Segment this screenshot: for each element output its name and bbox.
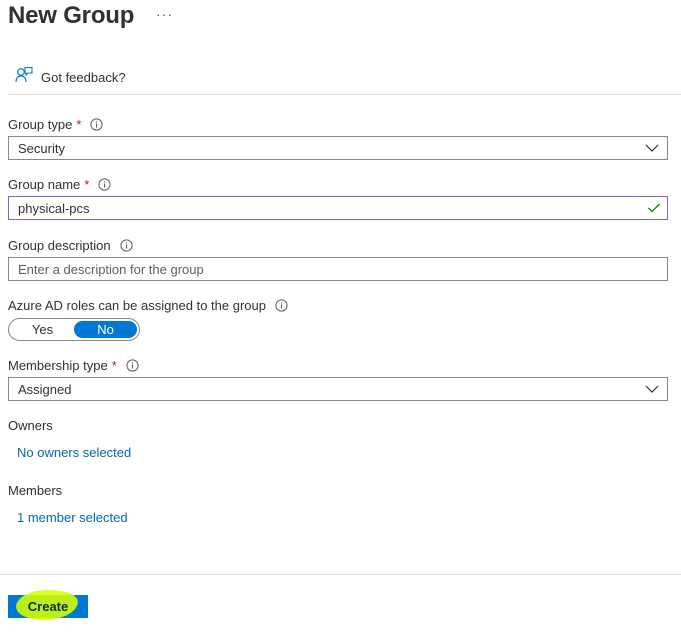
info-icon[interactable] <box>120 239 133 252</box>
owners-link[interactable]: No owners selected <box>17 445 131 460</box>
create-button-label: Create <box>27 599 69 614</box>
info-icon[interactable] <box>98 178 111 191</box>
checkmark-icon <box>647 202 661 217</box>
required-marker: * <box>111 358 117 373</box>
footer-divider <box>0 574 681 575</box>
info-icon[interactable] <box>275 299 288 312</box>
owners-label: Owners <box>8 418 53 433</box>
required-marker: * <box>76 117 82 132</box>
toggle-option-no[interactable]: No <box>74 321 137 338</box>
group-type-label-text: Group type <box>8 117 73 132</box>
azure-ad-roles-label: Azure AD roles can be assigned to the gr… <box>8 298 288 313</box>
feedback-person-icon <box>15 66 33 89</box>
group-type-label: Group type * <box>8 117 103 132</box>
page-title: New Group <box>8 2 135 29</box>
members-link[interactable]: 1 member selected <box>17 510 128 525</box>
required-marker: * <box>84 177 90 192</box>
azure-ad-roles-label-text: Azure AD roles can be assigned to the gr… <box>8 298 266 313</box>
group-type-value: Security <box>18 140 65 156</box>
group-name-input[interactable]: physical-pcs <box>8 196 668 220</box>
chevron-down-icon <box>645 383 659 398</box>
group-description-label-text: Group description <box>8 238 111 253</box>
more-options-button[interactable]: ··· <box>156 6 173 22</box>
group-description-field[interactable] <box>8 257 668 281</box>
chevron-down-icon <box>645 142 659 157</box>
header-divider <box>8 94 681 95</box>
group-description-input[interactable] <box>18 258 667 280</box>
membership-type-label-text: Membership type <box>8 358 108 373</box>
toggle-option-yes[interactable]: Yes <box>11 321 74 338</box>
info-icon[interactable] <box>126 359 139 372</box>
members-label: Members <box>8 483 63 498</box>
membership-type-dropdown[interactable]: Assigned <box>8 377 668 401</box>
feedback-label: Got feedback? <box>41 70 126 85</box>
group-name-value: physical-pcs <box>18 200 90 216</box>
group-name-label-text: Group name <box>8 177 81 192</box>
membership-type-label: Membership type * <box>8 358 139 373</box>
new-group-page: New Group ··· Got feedback? Group type *… <box>0 0 681 632</box>
group-description-label: Group description <box>8 238 133 253</box>
create-button[interactable]: Create <box>8 595 88 618</box>
group-type-dropdown[interactable]: Security <box>8 136 668 160</box>
feedback-link[interactable]: Got feedback? <box>15 66 126 89</box>
azure-ad-roles-toggle[interactable]: Yes No <box>8 318 140 341</box>
group-name-label: Group name * <box>8 177 111 192</box>
membership-type-value: Assigned <box>18 381 72 397</box>
info-icon[interactable] <box>90 118 103 131</box>
